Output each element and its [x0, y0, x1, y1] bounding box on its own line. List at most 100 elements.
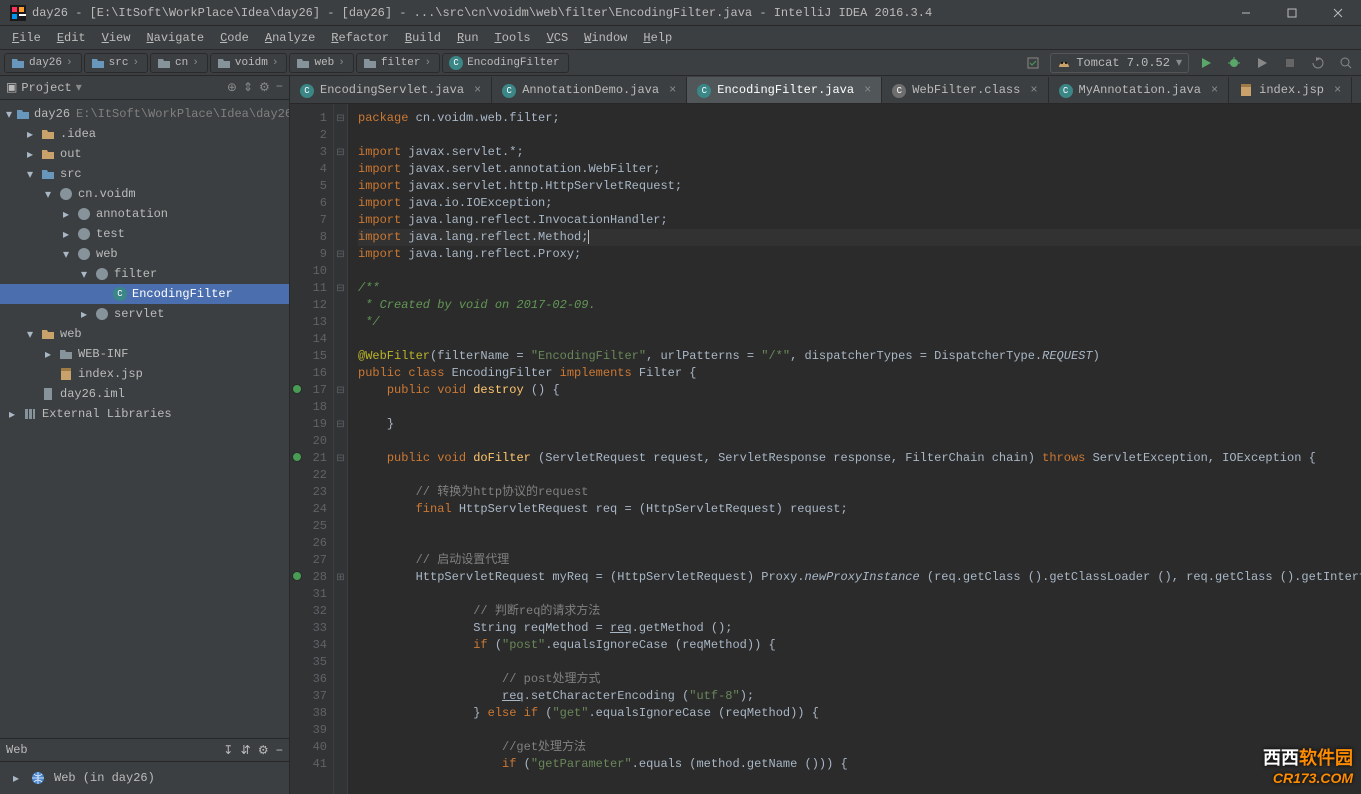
tree-node-web[interactable]: ▾web [0, 324, 289, 344]
code-line[interactable]: if ("post".equalsIgnoreCase (reqMethod))… [358, 637, 1361, 654]
close-button[interactable] [1315, 0, 1361, 26]
code-line[interactable] [358, 127, 1361, 144]
menu-window[interactable]: Window [576, 29, 635, 47]
code-line[interactable]: */ [358, 314, 1361, 331]
fold-toggle[interactable]: ⊟ [334, 144, 347, 161]
expand-arrow-icon[interactable]: ▾ [42, 187, 54, 202]
code-line[interactable] [358, 535, 1361, 552]
code-line[interactable]: final HttpServletRequest req = (HttpServ… [358, 501, 1361, 518]
expand-arrow-icon[interactable]: ▾ [24, 327, 36, 342]
editor-tab-myannotation-java[interactable]: CMyAnnotation.java× [1049, 77, 1230, 103]
code-line[interactable]: /** [358, 280, 1361, 297]
tree-node-servlet[interactable]: ▸servlet [0, 304, 289, 324]
tree-node--idea[interactable]: ▸.idea [0, 124, 289, 144]
expand-arrow-icon[interactable]: ▸ [6, 407, 18, 422]
menu-refactor[interactable]: Refactor [323, 29, 397, 47]
expand-arrow-icon[interactable]: ▾ [60, 247, 72, 262]
code-line[interactable]: package cn.voidm.web.filter; [358, 110, 1361, 127]
code-line[interactable]: * Created by void on 2017-02-09. [358, 297, 1361, 314]
code-line[interactable]: import javax.servlet.annotation.WebFilte… [358, 161, 1361, 178]
expand-arrow-icon[interactable]: ▸ [60, 207, 72, 222]
search-icon[interactable] [1335, 52, 1357, 74]
editor-tab-index-jsp[interactable]: index.jsp× [1229, 77, 1352, 103]
editor-tab-webfilter-class[interactable]: CWebFilter.class× [882, 77, 1048, 103]
menu-code[interactable]: Code [212, 29, 257, 47]
code-line[interactable] [358, 654, 1361, 671]
code-line[interactable]: import java.lang.reflect.Proxy; [358, 246, 1361, 263]
tree-node-encodingfilter[interactable]: CEncodingFilter [0, 284, 289, 304]
expand-arrow-icon[interactable]: ▾ [6, 107, 12, 122]
menu-navigate[interactable]: Navigate [138, 29, 212, 47]
fold-toggle[interactable]: ⊞ [334, 569, 347, 586]
code-line[interactable] [358, 518, 1361, 535]
fold-gutter[interactable]: ⊟⊟⊟⊟⊟⊟⊟⊞ [334, 104, 348, 794]
breadcrumb-day26[interactable]: day26› [4, 53, 82, 73]
code-line[interactable] [358, 433, 1361, 450]
close-tab-icon[interactable]: × [474, 83, 481, 97]
tree-node-out[interactable]: ▸out [0, 144, 289, 164]
code-line[interactable]: public void destroy () { [358, 382, 1361, 399]
gutter-run-icon[interactable] [292, 384, 302, 394]
close-tab-icon[interactable]: × [1030, 83, 1037, 97]
tree-node-test[interactable]: ▸test [0, 224, 289, 244]
expand-arrow-icon[interactable]: ▸ [60, 227, 72, 242]
expand-arrow-icon[interactable]: ▾ [78, 267, 90, 282]
tree-node-cn-voidm[interactable]: ▾cn.voidm [0, 184, 289, 204]
editor-tab-annotationdemo-java[interactable]: CAnnotationDemo.java× [492, 77, 687, 103]
minimize-button[interactable] [1223, 0, 1269, 26]
editor-tab-encodingservlet-java[interactable]: CEncodingServlet.java× [290, 77, 492, 103]
menu-edit[interactable]: Edit [49, 29, 94, 47]
code-line[interactable]: //get处理方法 [358, 739, 1361, 756]
breadcrumb-voidm[interactable]: voidm› [210, 53, 288, 73]
project-collapse-icon[interactable]: ⇕ [243, 80, 253, 95]
expand-arrow-icon[interactable]: ▸ [78, 307, 90, 322]
close-tab-icon[interactable]: × [864, 83, 871, 97]
tree-node-index-jsp[interactable]: index.jsp [0, 364, 289, 384]
run-config-selector[interactable]: Tomcat 7.0.52 ▾ [1050, 53, 1189, 73]
project-autoscroll-icon[interactable]: ⊕ [227, 80, 237, 95]
breadcrumb-web[interactable]: web› [289, 53, 353, 73]
fold-toggle[interactable]: ⊟ [334, 110, 347, 127]
fold-toggle[interactable]: ⊟ [334, 280, 347, 297]
code-line[interactable]: public class EncodingFilter implements F… [358, 365, 1361, 382]
web-icon-2[interactable]: ⇵ [241, 744, 251, 758]
fold-toggle[interactable]: ⊟ [334, 382, 347, 399]
tree-node-external-libraries[interactable]: ▸External Libraries [0, 404, 289, 424]
code-line[interactable] [358, 722, 1361, 739]
run-coverage-button[interactable] [1251, 52, 1273, 74]
code-line[interactable]: import javax.servlet.*; [358, 144, 1361, 161]
code-line[interactable]: HttpServletRequest myReq = (HttpServletR… [358, 569, 1361, 586]
stop-button[interactable] [1279, 52, 1301, 74]
make-project-icon[interactable] [1022, 52, 1044, 74]
menu-analyze[interactable]: Analyze [257, 29, 323, 47]
breadcrumb-encodingfilter[interactable]: CEncodingFilter [442, 53, 568, 73]
tree-node-day26-iml[interactable]: day26.iml [0, 384, 289, 404]
chevron-down-icon[interactable]: ▾ [76, 80, 82, 95]
web-icon-1[interactable]: ↧ [223, 744, 233, 758]
menu-vcs[interactable]: VCS [539, 29, 577, 47]
code-line[interactable] [358, 399, 1361, 416]
code-area[interactable]: 1234567891011121314151617181920212223242… [290, 104, 1361, 794]
code-line[interactable]: import javax.servlet.http.HttpServletReq… [358, 178, 1361, 195]
update-button[interactable] [1307, 52, 1329, 74]
code-line[interactable] [358, 586, 1361, 603]
fold-toggle[interactable]: ⊟ [334, 246, 347, 263]
code-line[interactable]: // post处理方式 [358, 671, 1361, 688]
breadcrumb-cn[interactable]: cn› [150, 53, 208, 73]
code-line[interactable]: req.setCharacterEncoding ("utf-8"); [358, 688, 1361, 705]
expand-arrow-icon[interactable]: ▸ [10, 771, 22, 786]
maximize-button[interactable] [1269, 0, 1315, 26]
menu-build[interactable]: Build [397, 29, 449, 47]
code-line[interactable]: } [358, 416, 1361, 433]
fold-toggle[interactable]: ⊟ [334, 416, 347, 433]
menu-run[interactable]: Run [449, 29, 487, 47]
expand-arrow-icon[interactable]: ▾ [24, 167, 36, 182]
tree-node-day26[interactable]: ▾day26E:\ItSoft\WorkPlace\Idea\day26 [0, 104, 289, 124]
close-tab-icon[interactable]: × [1334, 83, 1341, 97]
expand-arrow-icon[interactable]: ▸ [24, 127, 36, 142]
gutter-run-icon[interactable] [292, 452, 302, 462]
breadcrumb-filter[interactable]: filter› [356, 53, 440, 73]
menu-help[interactable]: Help [635, 29, 680, 47]
close-tab-icon[interactable]: × [669, 83, 676, 97]
tree-node-web[interactable]: ▾web [0, 244, 289, 264]
